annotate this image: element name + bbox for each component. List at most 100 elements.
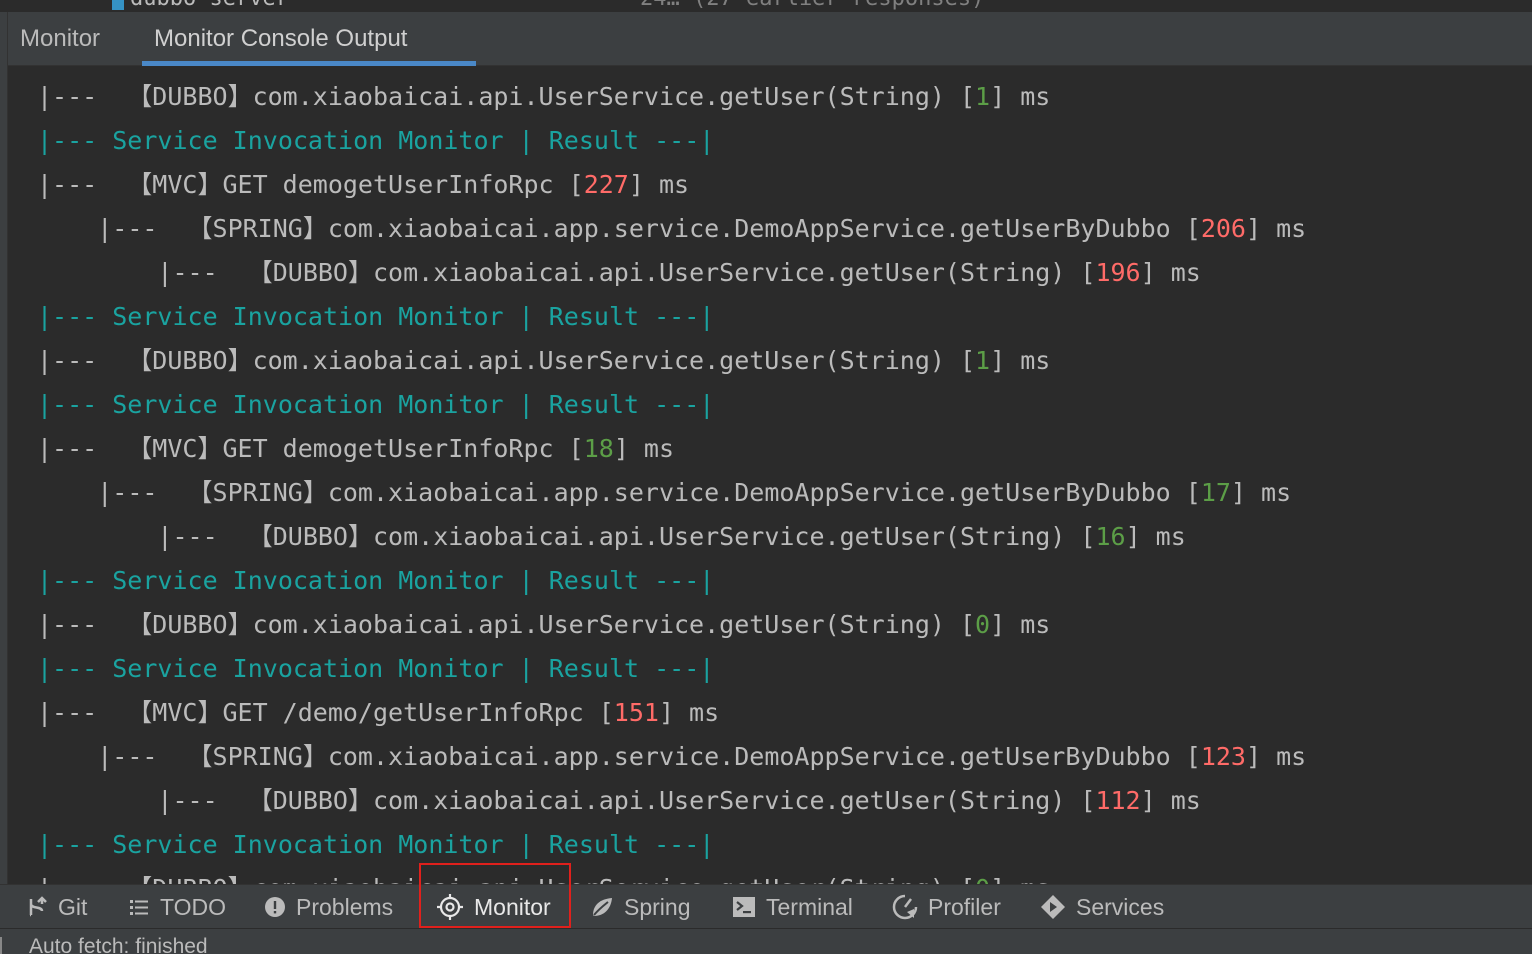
tab-label: Monitor Console Output [154,25,408,52]
console-trace-line: |--- 【MVC】GET demogetUserInfoRpc [227] m… [37,163,689,207]
duration-value: 17 [1200,478,1231,507]
toolwindow-todo-button[interactable]: TODO [128,885,226,929]
trace-text: |--- 【DUBBO】com.xiaobaicai.api.UserServi… [37,874,975,884]
console-trace-line: |--- 【DUBBO】com.xiaobaicai.api.UserServi… [37,867,1050,884]
spring-leaf-icon [593,898,612,916]
info-circle-icon [265,897,285,917]
tool-window-tabs: Monitor Monitor Console Output [8,12,1532,66]
console-result-header: |--- Service Invocation Monitor | Result… [37,126,715,155]
duration-value: 196 [1095,258,1141,287]
console-trace-line: |--- 【SPRING】com.xiaobaicai.app.service.… [37,735,1306,779]
status-bar: Auto fetch: finished [0,928,1532,954]
duration-value: 227 [583,170,629,199]
trace-text: |--- 【DUBBO】com.xiaobaicai.api.UserServi… [37,82,976,111]
duration-unit: ] ms [1125,522,1186,551]
response-count-text: 24… (27 earlier responses) [640,0,984,11]
trace-text: |--- 【DUBBO】com.xiaobaicai.api.UserServi… [157,522,1096,551]
duration-value: 1 [975,346,991,375]
console-result-header: |--- Service Invocation Monitor | Result… [37,654,715,683]
module-icon [112,0,124,10]
duration-value: 18 [583,434,614,463]
duration-value: 0 [975,610,991,639]
toolwindow-label: Monitor [474,894,551,920]
duration-value: 16 [1095,522,1126,551]
trace-text: |--- 【DUBBO】com.xiaobaicai.api.UserServi… [37,346,976,375]
console-result-header: |--- Service Invocation Monitor | Result… [37,830,715,859]
duration-value: 0 [975,874,990,884]
console-trace-line: |--- 【SPRING】com.xiaobaicai.app.service.… [37,471,1291,515]
duration-unit: ] ms [1140,258,1201,287]
duration-value: 151 [613,698,659,727]
console-trace-line: |--- 【MVC】GET /demo/getUserInfoRpc [151]… [37,691,719,735]
console-result-header: |--- Service Invocation Monitor | Result… [37,566,715,595]
console-result-header: |--- Service Invocation Monitor | Result… [37,390,715,419]
toolwindow-label: Services [1076,894,1165,920]
console-trace-line: |--- 【DUBBO】com.xiaobaicai.api.UserServi… [37,779,1201,823]
duration-unit: ] ms [1245,214,1307,243]
duration-unit: ] ms [658,698,720,727]
console-trace-line: |--- 【DUBBO】com.xiaobaicai.api.UserServi… [37,251,1201,295]
status-edge-marker [0,937,2,954]
tab-monitor[interactable]: Monitor [8,12,112,66]
list-icon [130,900,148,915]
trace-text: |--- 【MVC】GET demogetUserInfoRpc [ [37,170,584,199]
trace-text: |--- 【MVC】GET /demo/getUserInfoRpc [ [37,698,614,727]
target-icon [437,894,463,920]
duration-unit: ] ms [1245,742,1307,771]
toolwindow-label: Spring [624,894,691,920]
toolwindow-label: Terminal [766,894,853,920]
ide-window: dubbo-server 24… (27 earlier responses) … [0,0,1532,954]
console-trace-line: |--- 【DUBBO】com.xiaobaicai.api.UserServi… [37,603,1050,647]
toolwindow-profiler-button[interactable]: Profiler [892,885,1001,929]
toolwindow-git-button[interactable]: Git [26,885,87,929]
console-trace-line: |--- 【SPRING】com.xiaobaicai.app.service.… [37,207,1306,251]
duration-unit: ] ms [628,170,690,199]
trace-text: |--- 【SPRING】com.xiaobaicai.app.service.… [97,478,1201,507]
terminal-icon [733,897,755,917]
duration-unit: ] ms [613,434,675,463]
console-trace-line: |--- 【DUBBO】com.xiaobaicai.api.UserServi… [37,515,1186,559]
toolwindow-terminal-button[interactable]: Terminal [732,885,853,929]
tab-monitor-console-output[interactable]: Monitor Console Output [142,12,476,66]
toolwindow-label: TODO [160,894,227,920]
duration-value: 112 [1095,786,1141,815]
trace-text: |--- 【SPRING】com.xiaobaicai.app.service.… [97,742,1201,771]
editor-top-strip: dubbo-server 24… (27 earlier responses) [0,0,1532,12]
trace-text: |--- 【SPRING】com.xiaobaicai.app.service.… [97,214,1201,243]
run-config-title: dubbo-server [130,0,289,11]
trace-text: |--- 【DUBBO】com.xiaobaicai.api.UserServi… [37,610,976,639]
console-trace-line: |--- 【DUBBO】com.xiaobaicai.api.UserServi… [37,75,1050,119]
duration-unit: ] ms [990,874,1050,884]
console-output[interactable]: |--- 【DUBBO】com.xiaobaicai.api.UserServi… [9,67,1532,884]
duration-unit: ] ms [990,610,1051,639]
duration-unit: ] ms [990,82,1051,111]
toolwindow-spring-button[interactable]: Spring [590,885,690,929]
trace-text: |--- 【MVC】GET demogetUserInfoRpc [ [37,434,584,463]
toolwindow-problems-button[interactable]: Problems [264,885,393,929]
toolwindow-label: Profiler [928,894,1001,920]
tab-label: Monitor [20,25,101,52]
console-trace-line: |--- 【DUBBO】com.xiaobaicai.api.UserServi… [37,339,1050,383]
left-tool-stripe [0,12,8,884]
duration-value: 1 [975,82,991,111]
duration-unit: ] ms [990,346,1051,375]
duration-value: 123 [1200,742,1246,771]
duration-unit: ] ms [1230,478,1292,507]
toolwindow-monitor-button[interactable]: Monitor [436,885,551,929]
trace-text: |--- 【DUBBO】com.xiaobaicai.api.UserServi… [157,258,1096,287]
git-branch-icon [29,896,47,917]
toolwindow-services-button[interactable]: Services [1040,885,1164,929]
profiler-icon [892,894,918,920]
console-trace-line: |--- 【MVC】GET demogetUserInfoRpc [18] ms [37,427,674,471]
toolwindow-label: Git [58,894,88,920]
duration-unit: ] ms [1140,786,1201,815]
toolwindow-label: Problems [296,894,394,920]
duration-value: 206 [1200,214,1246,243]
trace-text: |--- 【DUBBO】com.xiaobaicai.api.UserServi… [157,786,1096,815]
